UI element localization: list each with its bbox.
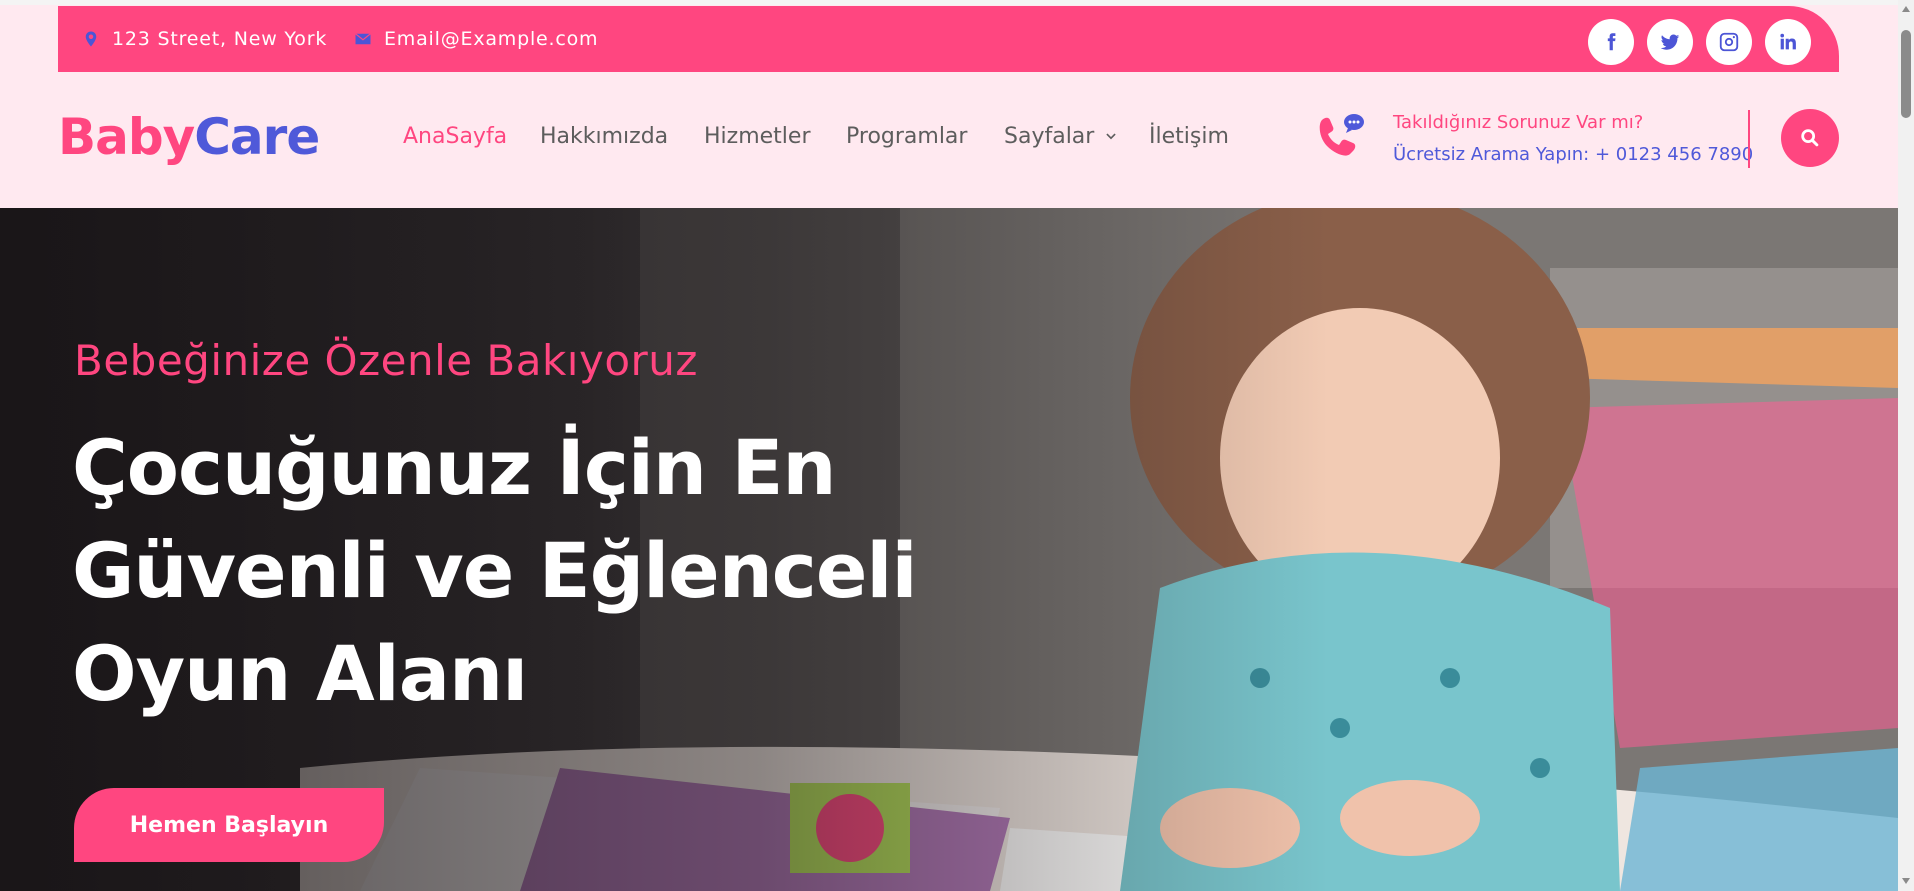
instagram-button[interactable]: [1706, 19, 1752, 65]
linkedin-icon: [1780, 33, 1796, 50]
nav-item-iletisim[interactable]: İletişim: [1149, 124, 1229, 149]
hero-title-line-2: Güvenli ve Eğlenceli: [72, 526, 918, 615]
logo-part-care: Care: [194, 108, 320, 166]
nav-item-hizmetler[interactable]: Hizmetler: [704, 124, 811, 149]
topbar: 123 Street, New York Email@Example.com: [58, 6, 1839, 72]
hero-subtitle: Bebeğinize Özenle Bakıyoruz: [74, 336, 698, 385]
browser-top-line: [0, 0, 1898, 5]
facebook-button[interactable]: [1588, 19, 1634, 65]
email-item[interactable]: Email@Example.com: [354, 28, 598, 50]
logo[interactable]: BabyCare: [58, 108, 320, 166]
envelope-icon: [355, 33, 371, 45]
phone-chat-icon: [1319, 114, 1364, 156]
scroll-thumb[interactable]: [1901, 30, 1911, 118]
page: 123 Street, New York Email@Example.com B…: [0, 0, 1898, 891]
map-pin-icon: [85, 31, 97, 47]
contact-question: Takıldığınız Sorunuz Var mı?: [1393, 112, 1644, 133]
scroll-down-arrow-icon[interactable]: [1902, 878, 1910, 884]
nav-item-sayfalar-label: Sayfalar: [1004, 124, 1095, 149]
email-text[interactable]: Email@Example.com: [384, 28, 598, 50]
search-button[interactable]: [1781, 109, 1839, 167]
hero-title: Çocuğunuz İçin En Güvenli ve Eğlenceli O…: [72, 416, 972, 725]
nav-item-anasayfa[interactable]: AnaSayfa: [403, 124, 507, 149]
scroll-up-arrow-icon[interactable]: [1902, 6, 1910, 12]
header-divider: [1748, 110, 1750, 168]
nav-item-programlar[interactable]: Programlar: [846, 124, 967, 149]
address-item: 123 Street, New York: [82, 28, 327, 50]
address-text: 123 Street, New York: [112, 28, 328, 50]
nav-item-hakkimizda[interactable]: Hakkımızda: [540, 124, 668, 149]
twitter-button[interactable]: [1647, 19, 1693, 65]
chevron-down-icon: [1106, 133, 1117, 139]
hero-title-line-1: Çocuğunuz İçin En: [72, 423, 837, 512]
nav-item-sayfalar[interactable]: Sayfalar: [1004, 124, 1118, 149]
vertical-scrollbar[interactable]: [1898, 0, 1914, 891]
contact-phone[interactable]: Ücretsiz Arama Yapın: + 0123 456 7890: [1393, 144, 1753, 165]
twitter-icon: [1660, 34, 1680, 50]
search-icon: [1801, 129, 1819, 147]
hero-section: Bebeğinize Özenle Bakıyoruz Çocuğunuz İç…: [0, 208, 1898, 891]
facebook-icon: [1607, 33, 1616, 51]
logo-part-baby: Baby: [58, 108, 195, 166]
get-started-button[interactable]: Hemen Başlayın: [74, 788, 384, 862]
instagram-icon: [1719, 32, 1739, 52]
linkedin-button[interactable]: [1765, 19, 1811, 65]
hero-title-line-3: Oyun Alanı: [72, 629, 528, 718]
